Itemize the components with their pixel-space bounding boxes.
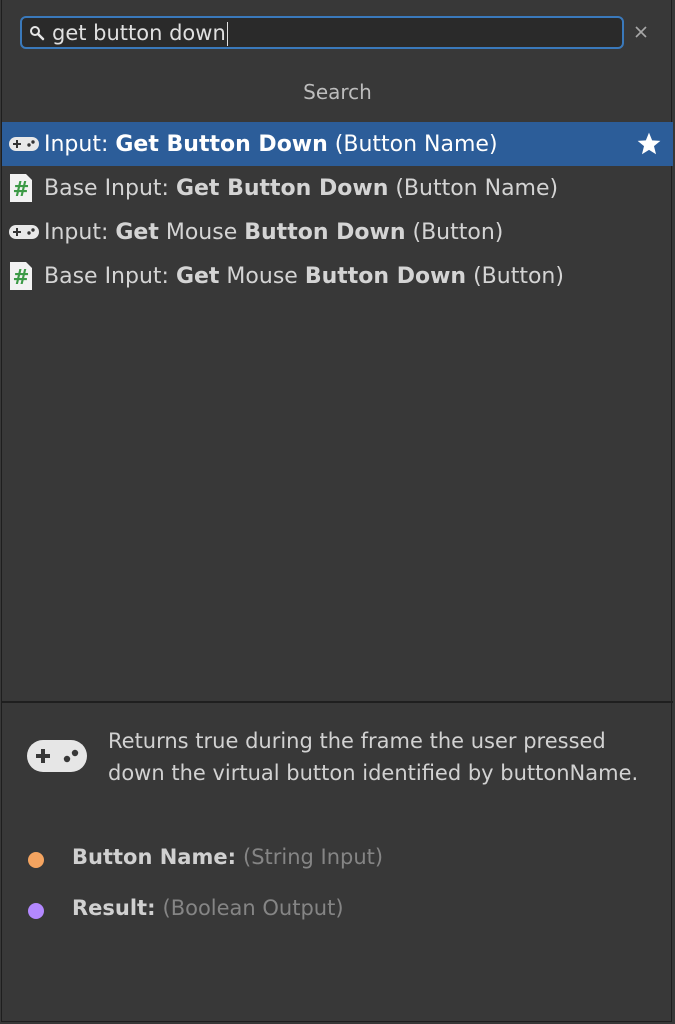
result-label-part: Get [115,219,159,245]
csharp-script-icon: # [8,261,42,291]
result-label-part: Base Input: [44,263,176,289]
node-description: Returns true during the frame the user p… [108,729,639,785]
port-name: Button Name: [72,845,236,869]
result-row[interactable]: # Base Input: Get Button Down (Button Nam… [2,166,673,210]
result-label: Input: Get Button Down (Button Name) [44,132,498,157]
result-label-part: Mouse [219,263,305,289]
close-icon [634,24,648,43]
port-dot-icon [28,852,44,868]
result-label: Base Input: Get Button Down (Button Name… [44,176,558,201]
csharp-script-icon: # [8,173,42,203]
port-dot-icon [28,903,44,919]
port-row: Button Name: (String Input) [26,841,383,873]
gamepad-icon [26,739,88,773]
result-label-part: (Button Name) [388,175,559,201]
svg-text:#: # [13,177,30,201]
result-row[interactable]: Input: Get Mouse Button Down (Button) [2,210,673,254]
result-row[interactable]: # Base Input: Get Mouse Button Down (Butt… [2,254,673,298]
results-list: Input: Get Button Down (Button Name) # Bas… [2,122,673,298]
result-label-part: Button Down [304,263,467,289]
result-label-part: (Button) [466,263,564,289]
port-name: Result: [72,896,156,920]
search-input[interactable]: get button down [52,19,228,47]
port-type: (Boolean Output) [162,896,344,920]
result-label-part: Input: [44,131,116,157]
result-label-part: Base Input: [44,175,176,201]
search-icon [29,23,51,43]
result-row[interactable]: Input: Get Button Down (Button Name) [2,122,673,166]
port-row: Result: (Boolean Output) [26,892,344,924]
fuzzy-finder-window: get button down Search Input: Get Button… [1,0,673,1022]
result-label-part: Input: [44,219,116,245]
search-query: get button down [52,20,226,45]
result-label-part: Get Button Down [175,175,389,201]
search-bar[interactable]: get button down [20,16,624,49]
header-title: Search [303,80,372,104]
result-label-part: Get Button Down [115,131,328,157]
result-label-part: Get [175,263,220,289]
gamepad-icon [8,217,42,247]
result-label-part: (Button Name) [327,131,498,157]
svg-text:#: # [13,265,30,289]
text-caret [226,21,228,46]
result-label: Input: Get Mouse Button Down (Button) [44,220,503,245]
details-panel: Returns true during the frame the user p… [2,703,673,1022]
favorite-star-icon[interactable] [635,130,663,158]
port-type: (String Input) [243,845,384,869]
clear-search-button[interactable] [630,22,652,44]
gamepad-icon [8,129,42,159]
result-label: Base Input: Get Mouse Button Down (Butto… [44,264,564,289]
result-label-part: Button Down [244,219,406,245]
result-label-part: Mouse [158,219,245,245]
result-label-part: (Button) [405,219,504,245]
